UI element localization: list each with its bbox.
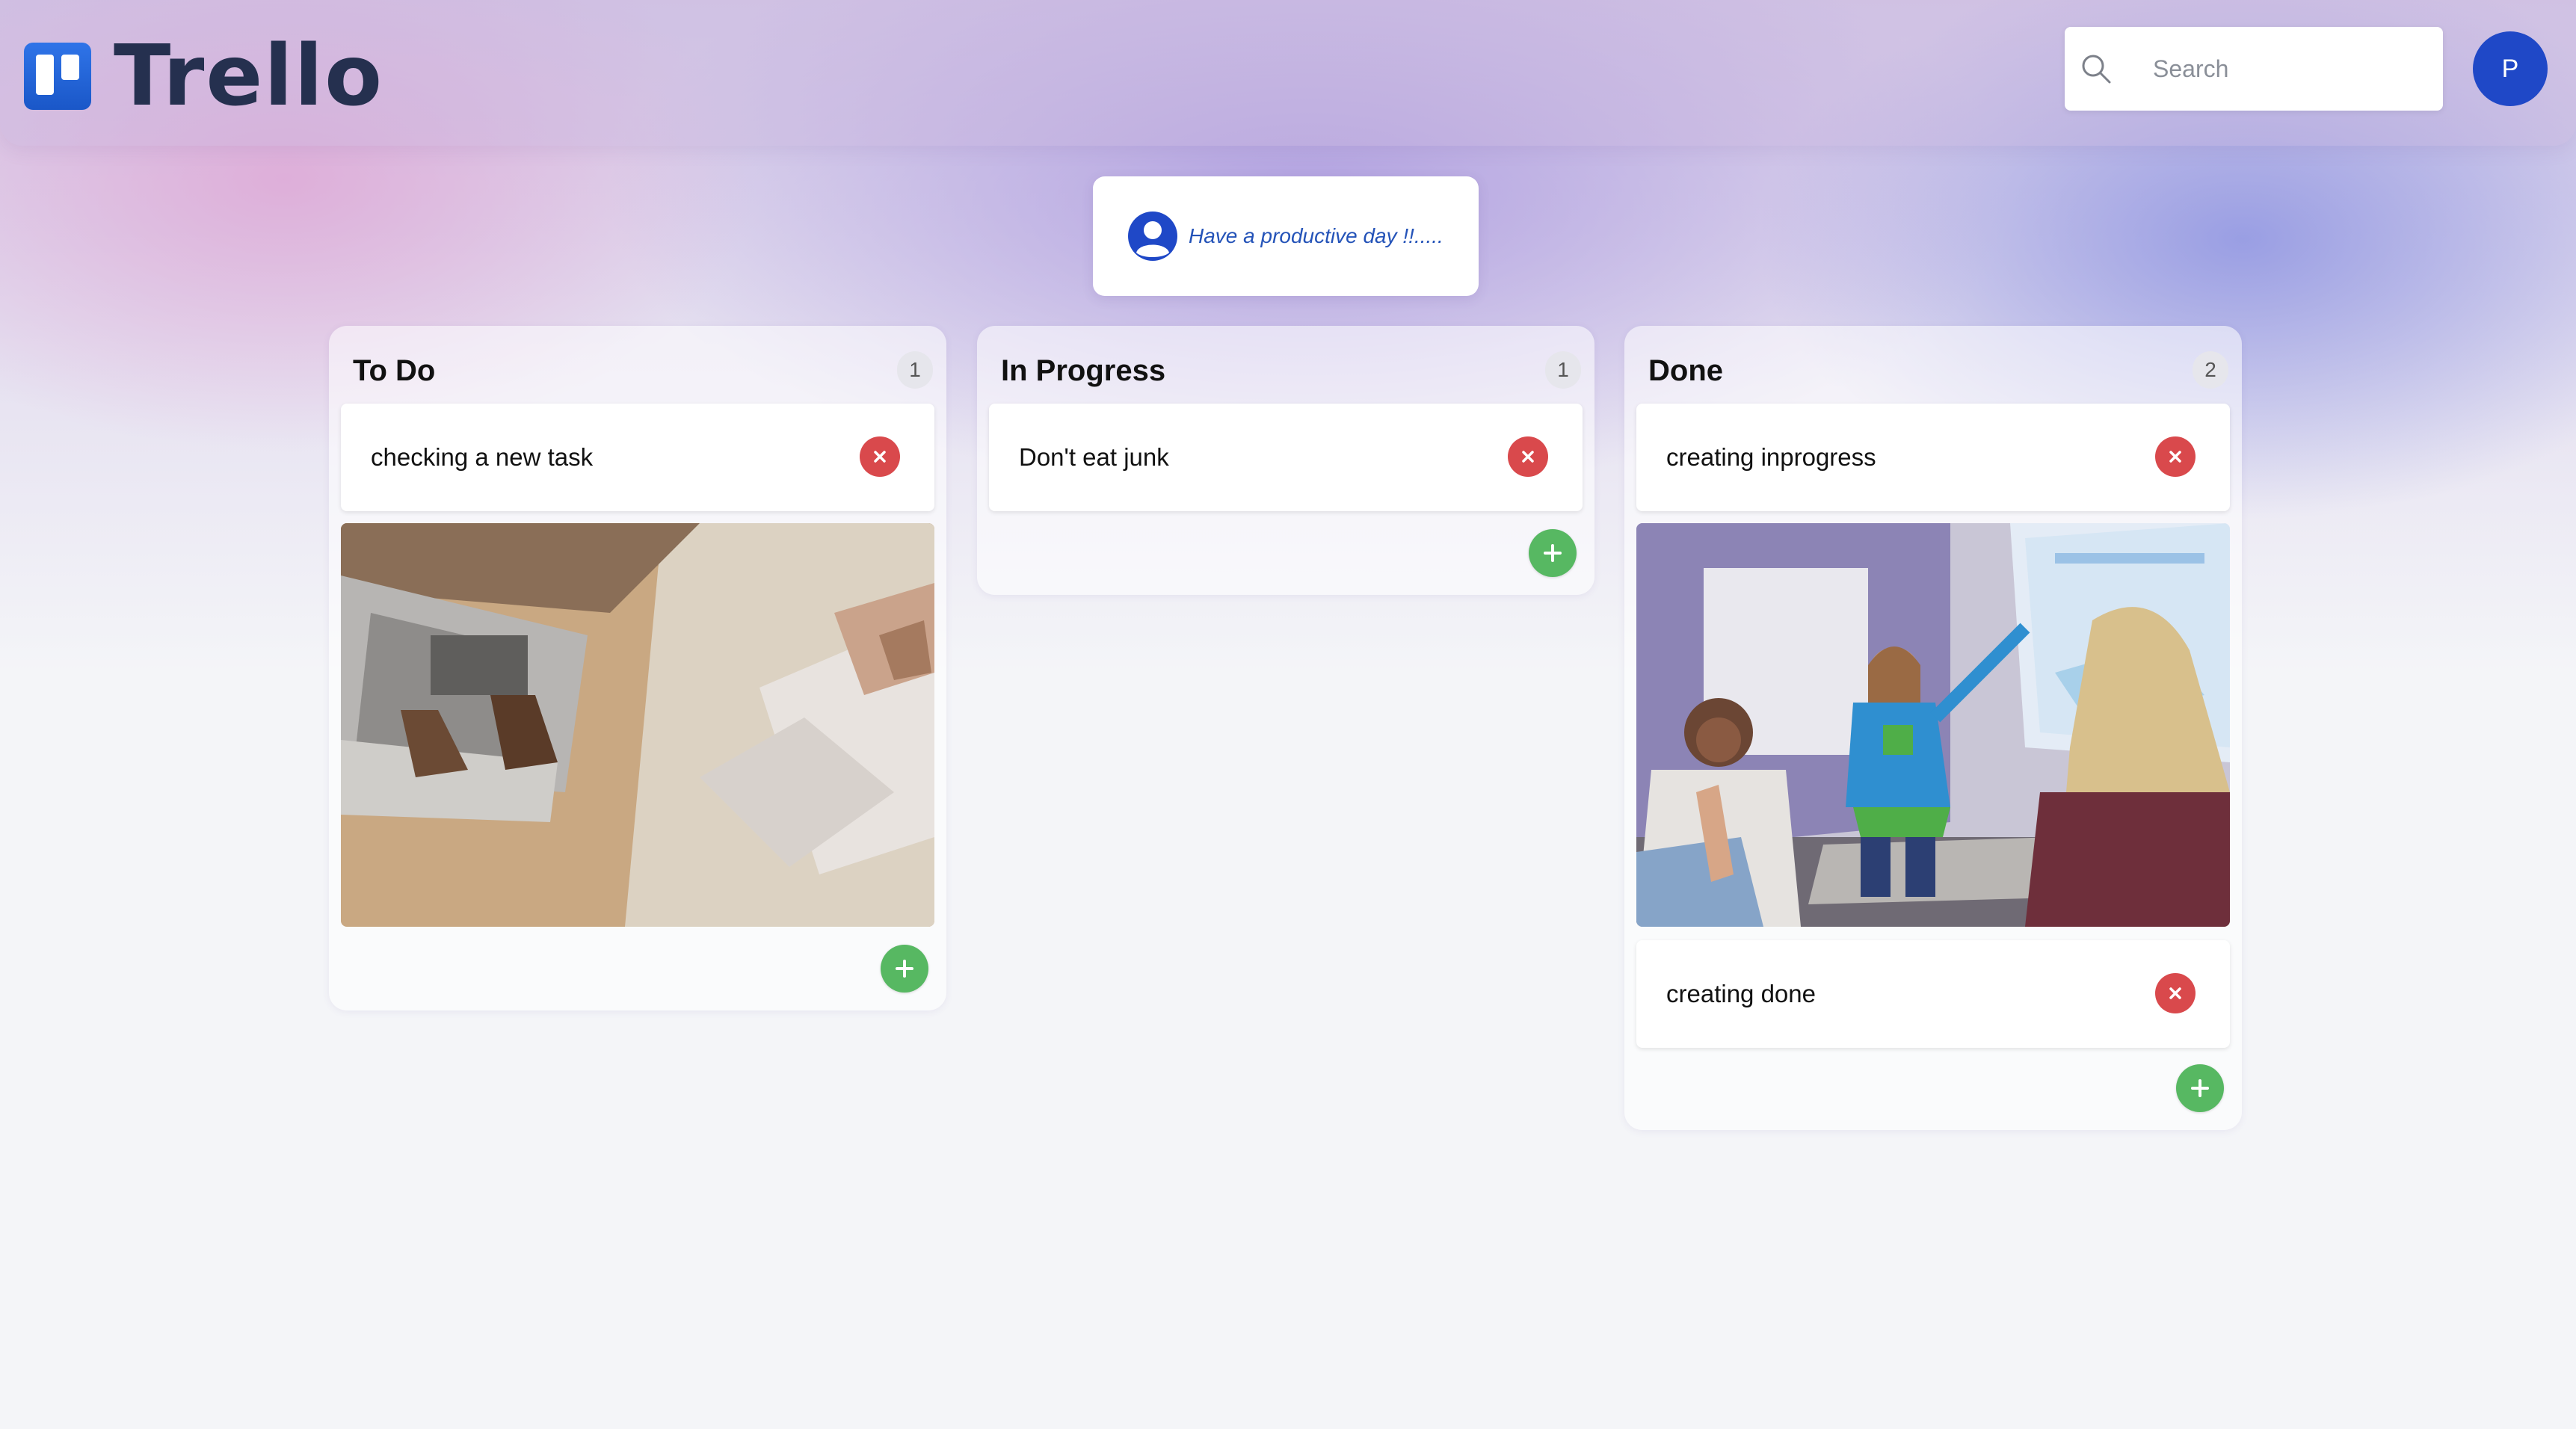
close-icon: [1522, 451, 1534, 463]
column-todo: To Do 1 checking a new task: [329, 326, 946, 1010]
close-icon: [2169, 451, 2181, 463]
delete-task-button[interactable]: [1508, 436, 1548, 477]
greeting-card: Have a productive day !!.....: [1093, 176, 1479, 296]
search-icon: [2082, 55, 2111, 84]
trello-logo[interactable]: Trello: [24, 34, 383, 118]
user-circle-icon: [1128, 212, 1177, 261]
task-text: checking a new task: [371, 443, 594, 471]
presentation-photo: [1636, 523, 2230, 927]
plus-icon: [2191, 1079, 2209, 1097]
laptops-photo: [341, 523, 934, 927]
search-input[interactable]: [2153, 48, 2429, 90]
plus-icon: [1544, 544, 1562, 562]
trello-logo-icon: [24, 43, 91, 110]
add-card-button[interactable]: [1529, 529, 1577, 577]
column-in-progress: In Progress 1 Don't eat junk: [977, 326, 1594, 595]
task-card[interactable]: creating inprogress: [1636, 404, 2230, 511]
delete-task-button[interactable]: [860, 436, 900, 477]
add-card-button[interactable]: [2176, 1064, 2224, 1112]
column-count-badge: 2: [2193, 351, 2228, 389]
column-title: Done: [1648, 354, 1723, 387]
add-card-button[interactable]: [881, 945, 928, 993]
delete-task-button[interactable]: [2155, 973, 2196, 1013]
logo-text: Trello: [114, 28, 384, 125]
greeting-message: Have a productive day !!.....: [1189, 224, 1443, 247]
column-count-badge: 1: [1545, 351, 1581, 389]
column-title: To Do: [353, 354, 436, 387]
search-box[interactable]: [2065, 27, 2443, 111]
column-done: Done 2 creating inprogress creating done: [1624, 326, 2242, 1130]
close-icon: [874, 451, 886, 463]
close-icon: [2169, 987, 2181, 999]
task-card[interactable]: Don't eat junk: [989, 404, 1583, 511]
top-header: Trello P: [0, 0, 2576, 146]
task-card[interactable]: checking a new task: [341, 404, 934, 511]
avatar[interactable]: P: [2473, 31, 2548, 106]
column-title: In Progress: [1001, 354, 1166, 387]
task-card[interactable]: creating done: [1636, 940, 2230, 1048]
task-text: Don't eat junk: [1019, 443, 1169, 471]
task-text: creating done: [1666, 980, 1816, 1007]
task-text: creating inprogress: [1666, 443, 1876, 471]
column-count-badge: 1: [897, 351, 933, 389]
delete-task-button[interactable]: [2155, 436, 2196, 477]
plus-icon: [896, 960, 913, 978]
